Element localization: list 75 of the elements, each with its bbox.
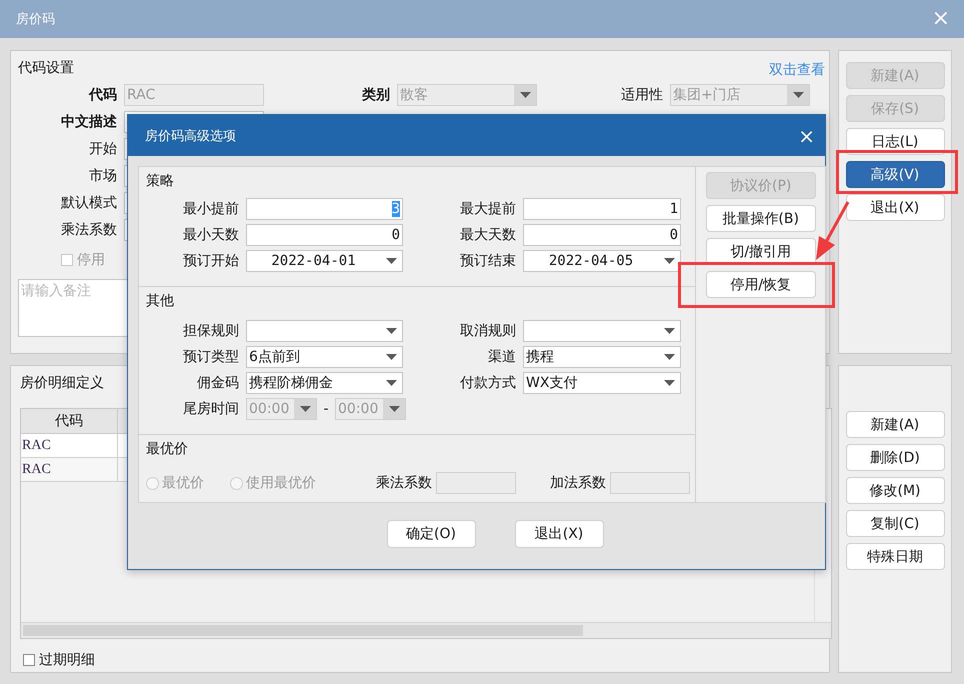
radio-label: 最优价 <box>162 474 204 492</box>
action-button[interactable]: 特殊日期 <box>846 543 944 570</box>
field-label: 最小提前 <box>182 200 240 218</box>
dropdown-field[interactable]: 2022-04-05 <box>523 250 681 272</box>
field-label: 加法系数 <box>549 474 607 492</box>
dialog-button[interactable]: 确定(O) <box>386 520 476 548</box>
field-label: 乘法系数 <box>60 220 118 238</box>
table-cell: RAC <box>21 458 118 482</box>
dropdown-field[interactable] <box>523 320 681 342</box>
field-label: 担保规则 <box>182 322 240 340</box>
field-label: 开始 <box>88 140 118 158</box>
caret-icon <box>792 92 804 98</box>
field-label: 适用性 <box>620 86 664 104</box>
caret-icon <box>300 406 310 412</box>
field-label: 取消规则 <box>459 322 517 340</box>
field-label: 付款方式 <box>459 374 517 392</box>
table-cell <box>118 458 128 482</box>
checkbox-label: 停用 <box>77 251 105 269</box>
field-label: 最小天数 <box>182 226 240 244</box>
field-label: 乘法系数 <box>375 474 433 492</box>
caret-icon <box>386 380 396 386</box>
section-title: 其他 <box>146 292 174 310</box>
dropdown-field[interactable] <box>246 320 403 342</box>
field-label: 预订结束 <box>459 252 517 270</box>
section-title: 代码设置 <box>18 59 74 77</box>
range-separator: - <box>322 401 330 417</box>
action-button[interactable]: 高级(V) <box>846 161 944 188</box>
arrow-annotation <box>816 201 850 260</box>
scrollbar[interactable] <box>21 622 831 638</box>
caret-icon <box>664 380 674 386</box>
dialog-button[interactable]: 退出(X) <box>514 520 604 548</box>
section-title: 房价明细定义 <box>20 374 104 392</box>
action-button[interactable]: 停用/恢复 <box>706 271 816 298</box>
caret-icon <box>664 258 674 264</box>
dropdown-field[interactable]: 携程 <box>523 346 681 368</box>
field-label: 最大天数 <box>459 226 517 244</box>
action-button[interactable]: 复制(C) <box>846 510 944 537</box>
dropdown-field[interactable]: WX支付 <box>523 372 681 394</box>
field-label: 尾房时间 <box>182 400 240 418</box>
caret-icon <box>386 258 396 264</box>
section-title: 最优价 <box>146 440 188 458</box>
dropdown-field[interactable]: 6点前到 <box>246 346 403 368</box>
caret-icon <box>386 328 396 334</box>
caret-icon <box>388 406 400 412</box>
field-label: 市场 <box>88 166 118 184</box>
input-field[interactable]: 1 <box>523 198 681 220</box>
field-label: 预订类型 <box>182 348 240 366</box>
dropdown-field[interactable]: 2022-04-01 <box>246 250 403 272</box>
action-button[interactable]: 批量操作(B) <box>706 205 816 232</box>
field-label: 类别 <box>361 86 391 104</box>
table-cell: RAC <box>21 434 118 458</box>
action-button[interactable]: 删除(D) <box>846 444 944 471</box>
radio-label: 使用最优价 <box>246 474 316 492</box>
field-label: 代码 <box>88 86 118 104</box>
input-field[interactable]: 0 <box>246 224 403 246</box>
action-button[interactable]: 退出(X) <box>846 194 944 221</box>
window-title: 房价码 <box>16 11 55 28</box>
close-icon[interactable]: × <box>798 126 815 146</box>
dropdown-field[interactable]: 携程阶梯佣金 <box>246 372 403 394</box>
section-title: 策略 <box>146 172 174 190</box>
field-label: 最大提前 <box>459 200 517 218</box>
field-label: 默认模式 <box>60 194 118 212</box>
column-header: 代码 <box>21 409 118 434</box>
caret-icon <box>664 328 674 334</box>
caret-icon <box>520 92 530 98</box>
action-button[interactable]: 新建(A) <box>846 411 944 438</box>
checkbox[interactable] <box>23 654 35 666</box>
dialog-title: 房价码高级选项 <box>145 128 236 144</box>
field-label: 中文描述 <box>60 112 118 130</box>
checkbox-label: 过期明细 <box>39 651 95 669</box>
input-field[interactable]: 0 <box>523 224 681 246</box>
field-label: 渠道 <box>487 348 517 366</box>
field-label: 佣金码 <box>196 374 240 392</box>
action-button[interactable]: 修改(M) <box>846 477 944 504</box>
field-label: 预订开始 <box>182 252 240 270</box>
